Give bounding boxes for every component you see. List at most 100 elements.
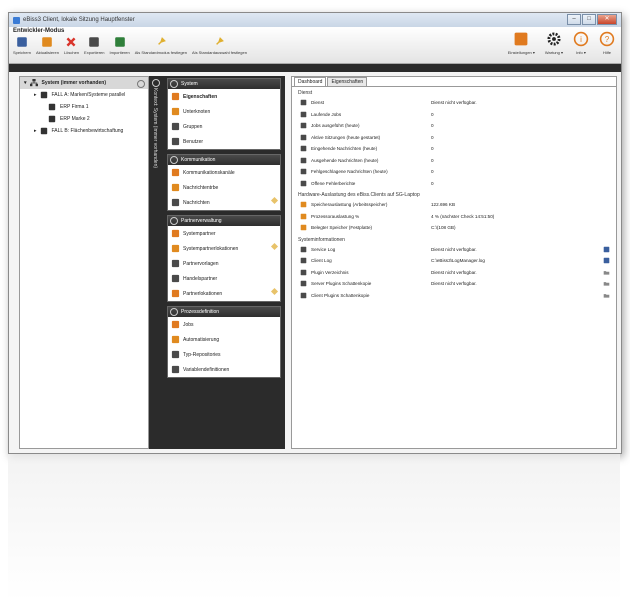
tree-item[interactable]: ▸ FALL B: Flächenbewirtschaftung — [20, 125, 148, 137]
export-icon — [171, 365, 180, 374]
toolbar-menu-button[interactable]: ? Hilfe — [599, 31, 615, 55]
edit-pencil-icon[interactable] — [270, 287, 279, 296]
export-icon — [300, 280, 307, 287]
expand-arrow-icon[interactable]: ▸ — [34, 92, 37, 98]
nav-group-header[interactable]: Kommunikation — [168, 155, 280, 165]
refresh-icon — [171, 244, 180, 253]
dashboard-row: Jobs ausgeführt (heute) 0 — [292, 120, 616, 132]
row-value: 0 — [431, 111, 434, 117]
tab-eigenschaften[interactable]: Eigenschaften — [327, 77, 368, 86]
row-label: Offene Fehlerberichte — [311, 180, 356, 186]
toolbar-menu-button[interactable]: Wartung ▾ — [545, 31, 563, 55]
row-value: Dienst nicht verfügbar. — [431, 269, 477, 275]
nav-item[interactable]: Kommunikationskanäle — [168, 165, 280, 180]
nav-item[interactable]: Typ-Repositories — [168, 347, 280, 362]
folder-icon[interactable] — [603, 292, 610, 299]
edit-pencil-icon[interactable] — [270, 242, 279, 251]
nav-item[interactable]: Jobs — [168, 317, 280, 332]
tree-item[interactable]: ERP Marke 2 — [20, 113, 148, 125]
row-value: C:\(108 GB) — [431, 225, 456, 231]
tree-item-label: ERP Marke 2 — [60, 116, 90, 122]
row-label: Prozessorauslastung % — [311, 213, 360, 219]
pin-icon — [157, 37, 166, 45]
tree-item[interactable]: ▸ FALL A: Marken/Systeme parallel — [20, 89, 148, 101]
context-strip[interactable]: Kontext: System (immer vorhanden) — [149, 76, 163, 449]
dashboard-row: Fehlgeschlagene Nachrichten (heute) 0 — [292, 166, 616, 178]
nav-group-header[interactable]: Prozessdefinition — [168, 307, 280, 317]
toolbar-button[interactable]: Exportieren — [84, 36, 105, 55]
row-label: Aktive Sitzungen (heute gestartet) — [311, 134, 381, 140]
nav-item[interactable]: Automatisierung — [168, 332, 280, 347]
nav-item[interactable]: Partnervorlagen — [168, 256, 280, 271]
tab-dashboard[interactable]: Dashboard — [294, 77, 327, 86]
save-icon[interactable] — [603, 246, 610, 253]
export-icon — [171, 259, 180, 268]
nav-group: System Eigenschaften Unterknoten Gruppen Ben… — [167, 78, 281, 150]
row-label: Dienst — [311, 100, 325, 106]
row-value: 4 % (nächster Check 14:51:50) — [431, 213, 495, 219]
save-icon — [17, 37, 27, 47]
section-system: Systeminformationen — [298, 236, 345, 243]
save-icon[interactable] — [603, 257, 610, 264]
toolbar-button-label: Aktualisieren — [36, 50, 59, 55]
nav-item[interactable]: Systempartnerlokationen — [168, 241, 280, 256]
expand-arrow-icon[interactable]: ▸ — [34, 128, 37, 134]
toolbar-button[interactable]: Löschen — [64, 36, 79, 55]
row-label: Eingehende Nachrichten (heute) — [311, 146, 378, 152]
folder-icon[interactable] — [603, 269, 610, 276]
toolbar-menu-button[interactable]: Einstellungen ▾ — [508, 31, 535, 55]
nav-item[interactable]: Benutzer — [168, 134, 280, 149]
tree-item[interactable]: ERP Firma 1 — [20, 101, 148, 113]
tree-item-label: FALL B: Flächenbewirtschaftung — [51, 128, 124, 134]
row-value: C:\eBiss3\LogManager.log — [431, 258, 485, 264]
row-value: 0 — [431, 157, 434, 163]
toolbar-menu-button[interactable]: i Info ▾ — [573, 31, 589, 55]
row-value: 0 — [431, 180, 434, 186]
export-icon — [300, 292, 307, 299]
detail-panel: Dashboard Eigenschaften Dienst Dienst Dien… — [291, 76, 617, 449]
collapse-icon[interactable] — [137, 80, 145, 88]
export-icon — [300, 246, 307, 253]
nav-item-label: Handelspartner — [183, 275, 218, 282]
nav-group-header[interactable]: System — [168, 79, 280, 89]
nav-group: Partnerverwaltung Systempartner Systempart… — [167, 215, 281, 302]
settings-window-icon — [171, 289, 180, 298]
dashboard-row: Service Log Dienst nicht verfügbar. — [292, 244, 616, 256]
row-label: Fehlgeschlagene Nachrichten (heute) — [311, 169, 388, 175]
nav-item[interactable]: Systempartner — [168, 226, 280, 241]
nav-item[interactable]: Unterknoten — [168, 104, 280, 119]
nav-item[interactable]: Variablendefinitionen — [168, 362, 280, 377]
nav-group-header[interactable]: Partnerverwaltung — [168, 216, 280, 226]
app-window: eBiss3 Client, lokale Sitzung Hauptfenst… — [8, 12, 622, 454]
maximize-button[interactable]: □ — [582, 14, 596, 25]
nav-item[interactable]: Nachrichten — [168, 195, 280, 210]
close-button[interactable]: ✕ — [597, 14, 617, 25]
nav-item[interactable]: Partnerlokationen — [168, 286, 280, 301]
row-label: Jobs ausgeführt (heute) — [311, 123, 360, 129]
reflection — [8, 454, 620, 601]
toolbar-button[interactable]: Als Standardauswahl festlegen — [192, 36, 247, 55]
nav-item-label: Nachrichtentrbe — [183, 184, 219, 191]
section-dienst: Dienst — [298, 90, 313, 96]
nav-item-label: Partnervorlagen — [183, 260, 219, 267]
export-icon — [300, 122, 307, 129]
toolbar-button[interactable]: Speichern — [13, 36, 31, 55]
title-bar: eBiss3 Client, lokale Sitzung Hauptfenst… — [9, 13, 621, 27]
nav-item[interactable]: Nachrichtentrbe — [168, 180, 280, 195]
circle-icon — [170, 217, 178, 225]
folder-icon[interactable] — [603, 280, 610, 287]
toolbar-button[interactable]: Als Standardmodus festlegen — [135, 36, 187, 55]
nav-item[interactable]: Gruppen — [168, 119, 280, 134]
nav-item[interactable]: Handelspartner — [168, 271, 280, 286]
settings-window-icon — [514, 32, 528, 46]
toolbar-menu-label: Hilfe — [602, 50, 611, 55]
minimize-button[interactable]: – — [567, 14, 581, 25]
tree-root[interactable]: ▾ System (immer vorhanden) — [20, 77, 148, 89]
edit-pencil-icon[interactable] — [270, 196, 279, 205]
export-icon — [300, 269, 307, 276]
nav-item-label: Automatisierung — [183, 336, 220, 343]
toolbar-button[interactable]: Importieren — [110, 36, 130, 55]
nav-item[interactable]: Eigenschaften — [168, 89, 280, 104]
toolbar-button[interactable]: Aktualisieren — [36, 36, 59, 55]
toolbar-menu-label: Info ▾ — [576, 50, 586, 55]
